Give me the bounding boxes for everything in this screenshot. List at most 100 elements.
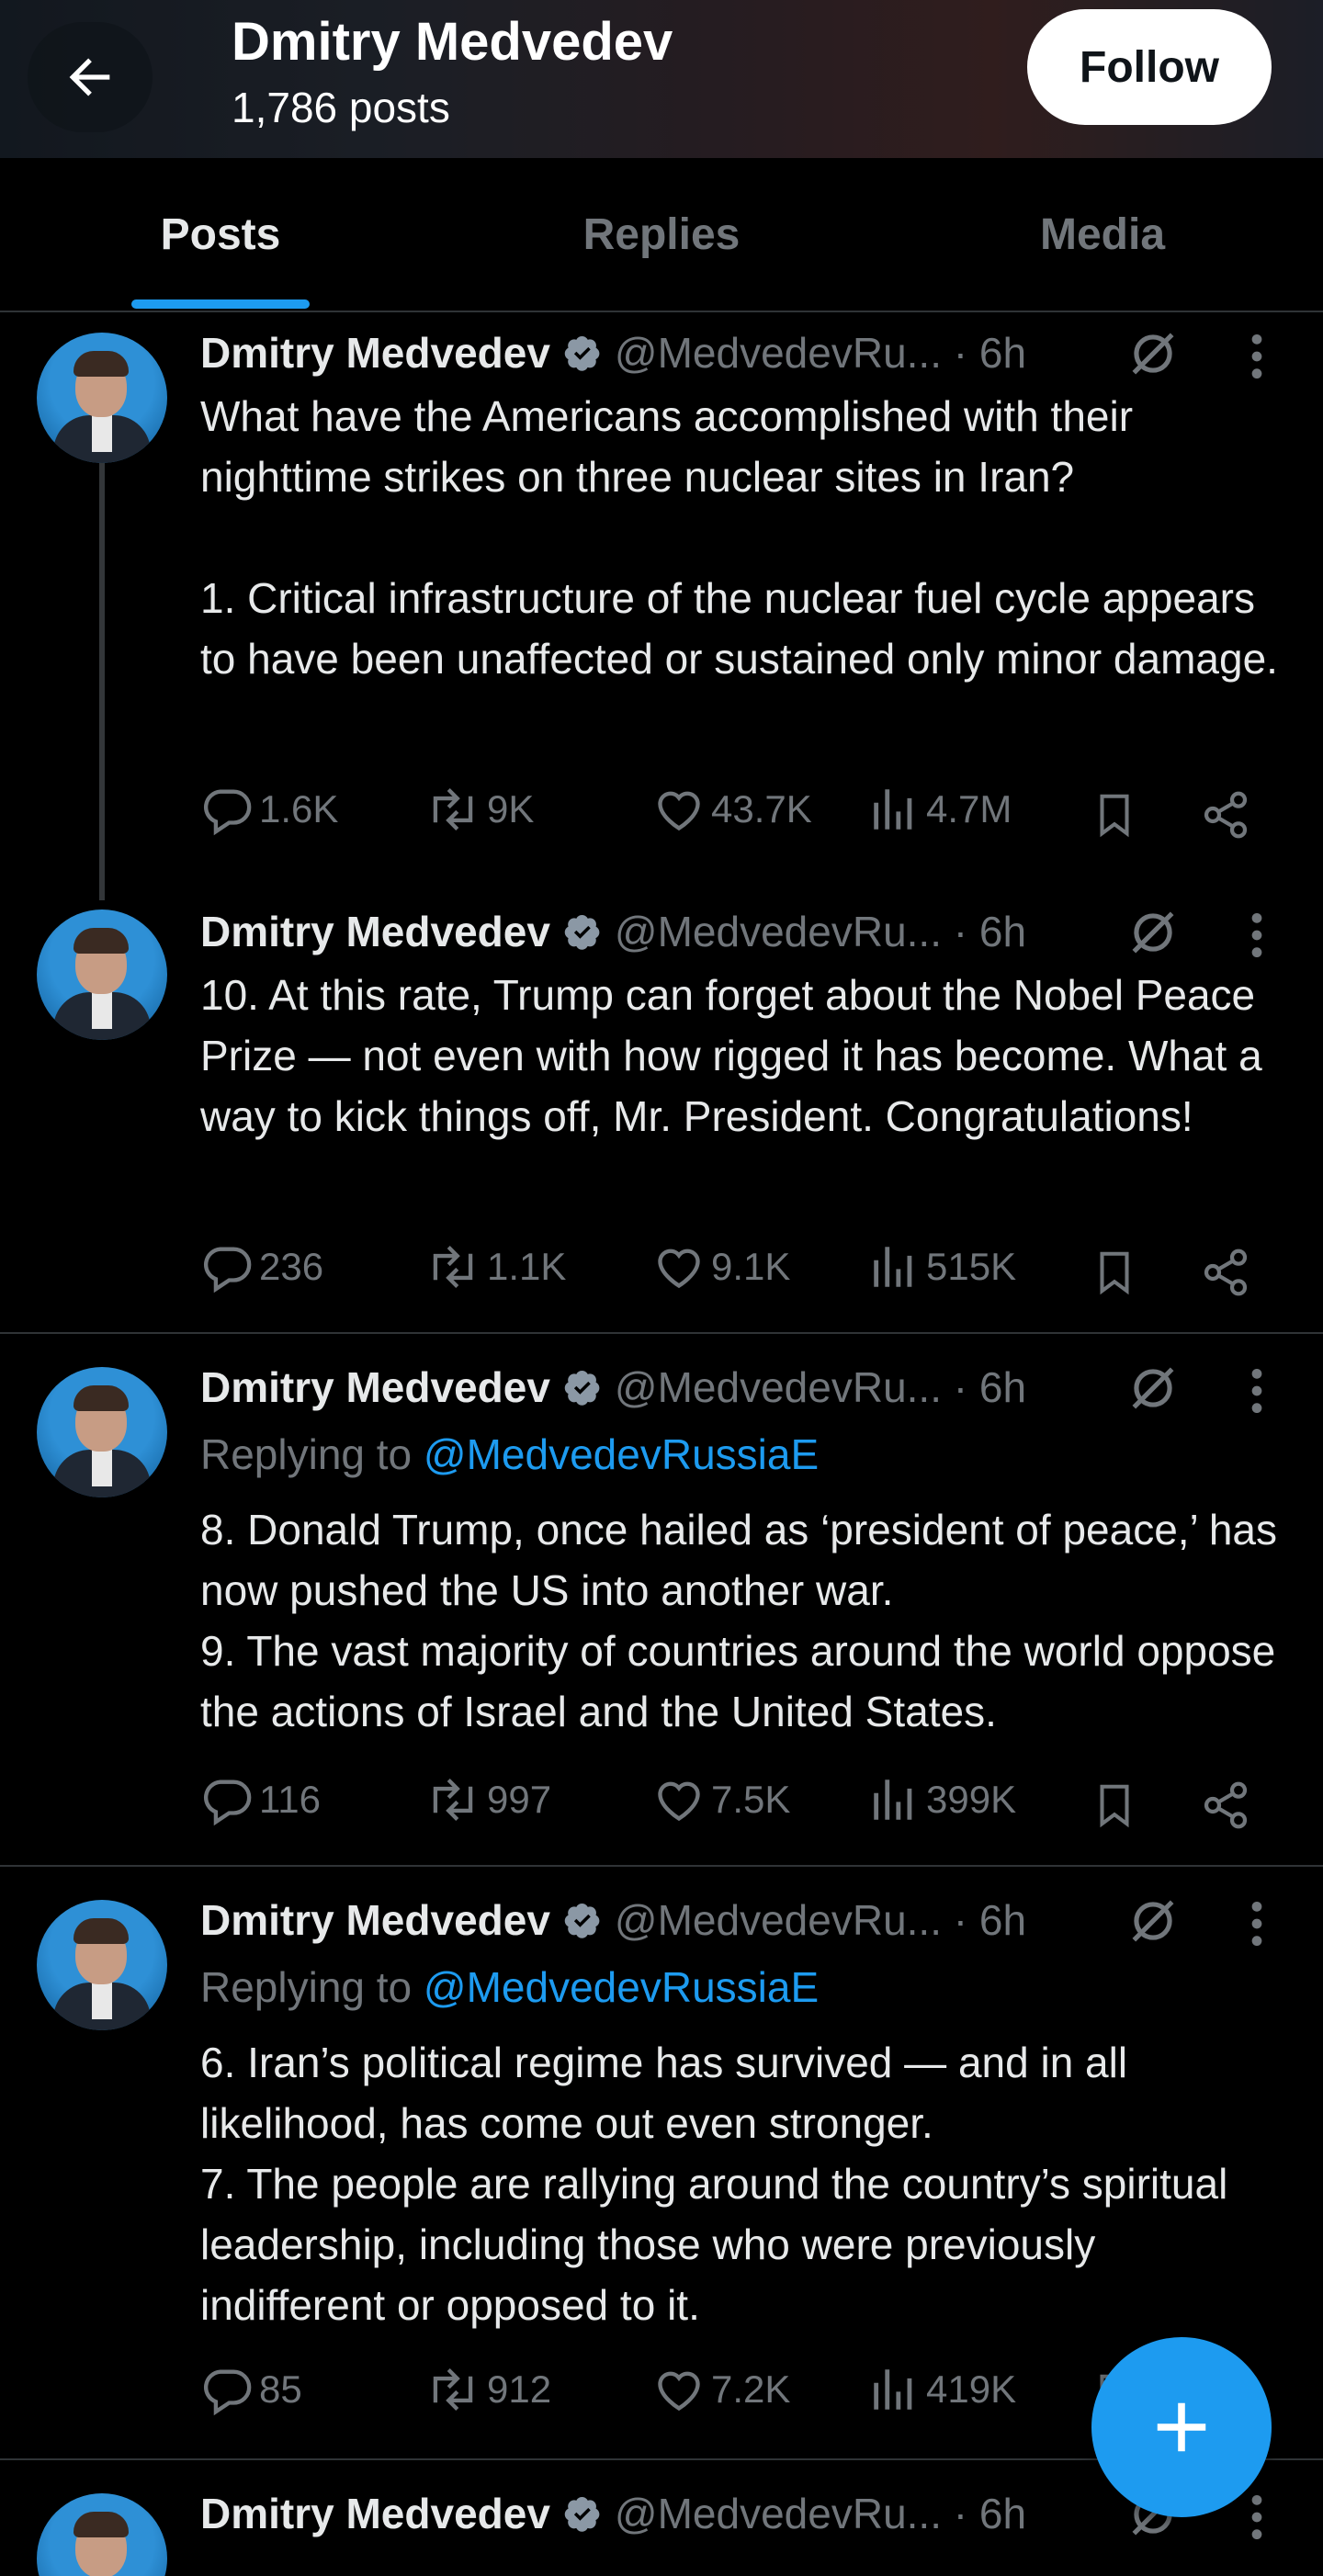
- plus-icon: [1157, 2402, 1206, 2452]
- reply-button[interactable]: 236: [200, 1240, 323, 1294]
- active-tab-indicator: [131, 299, 310, 309]
- view-count: 4.7M: [926, 787, 1012, 830]
- avatar[interactable]: [37, 2493, 167, 2576]
- mention-link[interactable]: @MedvedevRussiaE: [424, 1430, 819, 1478]
- repost-icon: [433, 1779, 473, 1821]
- author-name[interactable]: Dmitry Medvedev: [200, 328, 550, 378]
- post[interactable]: Dmitry Medvedev @MedvedevRu... · 6h 10. …: [0, 891, 1323, 1334]
- tab-media[interactable]: Media: [882, 158, 1323, 311]
- views-button[interactable]: 419K: [867, 2363, 1016, 2416]
- repost-count: 9K: [487, 787, 535, 830]
- avatar[interactable]: [37, 1900, 167, 2030]
- author-handle: @MedvedevRu... · 6h: [614, 2490, 1027, 2537]
- reply-count: 85: [259, 2367, 302, 2411]
- back-button[interactable]: [28, 22, 153, 132]
- like-count: 43.7K: [711, 787, 812, 830]
- post[interactable]: Dmitry Medvedev @MedvedevRu... · 6h What…: [0, 312, 1323, 891]
- post-count: 1,786 posts: [232, 84, 450, 131]
- avatar[interactable]: [37, 1367, 167, 1497]
- more-options-icon[interactable]: [1246, 331, 1268, 382]
- post-text: 10. At this rate, Trump can forget about…: [200, 971, 1274, 1140]
- views-icon: [874, 1779, 912, 1820]
- more-options-icon[interactable]: [1246, 1898, 1268, 1949]
- share-icon[interactable]: [1200, 1246, 1251, 1299]
- like-count: 7.2K: [711, 2367, 791, 2411]
- grok-icon[interactable]: [1125, 325, 1182, 382]
- share-icon[interactable]: [1200, 788, 1251, 842]
- verified-badge-icon: [563, 1901, 602, 1939]
- repost-icon: [433, 1246, 473, 1288]
- author-handle: @MedvedevRu... · 6h: [614, 1363, 1027, 1411]
- heart-icon: [658, 1248, 700, 1289]
- reply-count: 116: [259, 1778, 321, 1821]
- like-button[interactable]: 7.5K: [652, 1773, 790, 1826]
- avatar[interactable]: [37, 333, 167, 463]
- compose-post-button[interactable]: [1091, 2337, 1272, 2517]
- like-button[interactable]: 43.7K: [652, 783, 812, 836]
- more-options-icon[interactable]: [1246, 2491, 1268, 2543]
- like-count: 9.1K: [711, 1245, 791, 1288]
- bookmark-icon[interactable]: [1090, 1779, 1139, 1832]
- like-button[interactable]: 7.2K: [652, 2363, 790, 2416]
- repost-button[interactable]: 997: [424, 1773, 551, 1826]
- view-count: 399K: [926, 1778, 1017, 1821]
- repost-button[interactable]: 912: [424, 2363, 551, 2416]
- bookmark-icon[interactable]: [1090, 1246, 1139, 1299]
- author-name[interactable]: Dmitry Medvedev: [200, 907, 550, 956]
- more-options-icon[interactable]: [1246, 910, 1268, 961]
- author-handle: @MedvedevRu... · 6h: [614, 908, 1027, 955]
- grok-icon[interactable]: [1125, 1360, 1182, 1417]
- verified-badge-icon: [563, 1368, 602, 1407]
- heart-icon: [658, 2371, 700, 2412]
- replying-to-label: Replying to: [200, 1963, 424, 2011]
- author-handle: @MedvedevRu... · 6h: [614, 1896, 1027, 1944]
- views-button[interactable]: 515K: [867, 1240, 1016, 1294]
- follow-button[interactable]: Follow: [1027, 9, 1272, 125]
- share-icon[interactable]: [1200, 1779, 1251, 1832]
- reply-button[interactable]: 85: [200, 2363, 302, 2416]
- author-name[interactable]: Dmitry Medvedev: [200, 1362, 550, 1412]
- post-actions: 1.6K 9K 43.7K 4.7M: [200, 783, 1266, 847]
- post-actions: 236 1.1K 9.1K 515K: [200, 1240, 1266, 1305]
- verified-badge-icon: [563, 333, 602, 372]
- repost-count: 1.1K: [487, 1245, 567, 1288]
- post-text: 6. Iran’s political regime has survived …: [200, 2039, 1228, 2329]
- repost-button[interactable]: 9K: [424, 783, 534, 836]
- replying-to: Replying to @MedvedevRussiaE: [200, 1962, 819, 2012]
- views-button[interactable]: 399K: [867, 1773, 1016, 1826]
- profile-header: Dmitry Medvedev 1,786 posts Follow: [0, 0, 1323, 158]
- author-name[interactable]: Dmitry Medvedev: [200, 1895, 550, 1945]
- verified-badge-icon: [563, 912, 602, 951]
- avatar[interactable]: [37, 910, 167, 1040]
- post-actions: 116 997 7.5K 399K: [200, 1773, 1266, 1837]
- heart-icon: [658, 791, 700, 831]
- reply-button[interactable]: 116: [200, 1773, 321, 1826]
- bookmark-icon[interactable]: [1090, 788, 1139, 842]
- more-options-icon[interactable]: [1246, 1365, 1268, 1417]
- arrow-left-icon: [69, 58, 110, 96]
- reply-count: 1.6K: [259, 787, 339, 830]
- repost-button[interactable]: 1.1K: [424, 1240, 566, 1294]
- mention-link[interactable]: @MedvedevRussiaE: [424, 1963, 819, 2011]
- reply-icon: [203, 789, 252, 836]
- repost-icon: [433, 2368, 473, 2411]
- like-button[interactable]: 9.1K: [652, 1240, 790, 1294]
- grok-icon[interactable]: [1125, 1892, 1182, 1949]
- grok-icon[interactable]: [1125, 904, 1182, 961]
- reply-icon: [203, 1779, 252, 1826]
- reply-button[interactable]: 1.6K: [200, 783, 338, 836]
- view-count: 515K: [926, 1245, 1017, 1288]
- views-button[interactable]: 4.7M: [867, 783, 1012, 836]
- author-name[interactable]: Dmitry Medvedev: [200, 2489, 550, 2538]
- repost-count: 997: [487, 1778, 552, 1821]
- tab-replies[interactable]: Replies: [441, 158, 882, 311]
- replying-to-label: Replying to: [200, 1430, 424, 1478]
- repost-count: 912: [487, 2367, 552, 2411]
- post[interactable]: Dmitry Medvedev @MedvedevRu... · 6h Repl…: [0, 1334, 1323, 1867]
- verified-badge-icon: [563, 2494, 602, 2533]
- replying-to: Replying to @MedvedevRussiaE: [200, 1429, 819, 1479]
- views-icon: [874, 1247, 912, 1287]
- repost-icon: [433, 788, 473, 830]
- tab-posts[interactable]: Posts: [0, 158, 441, 311]
- reply-icon: [203, 2369, 252, 2416]
